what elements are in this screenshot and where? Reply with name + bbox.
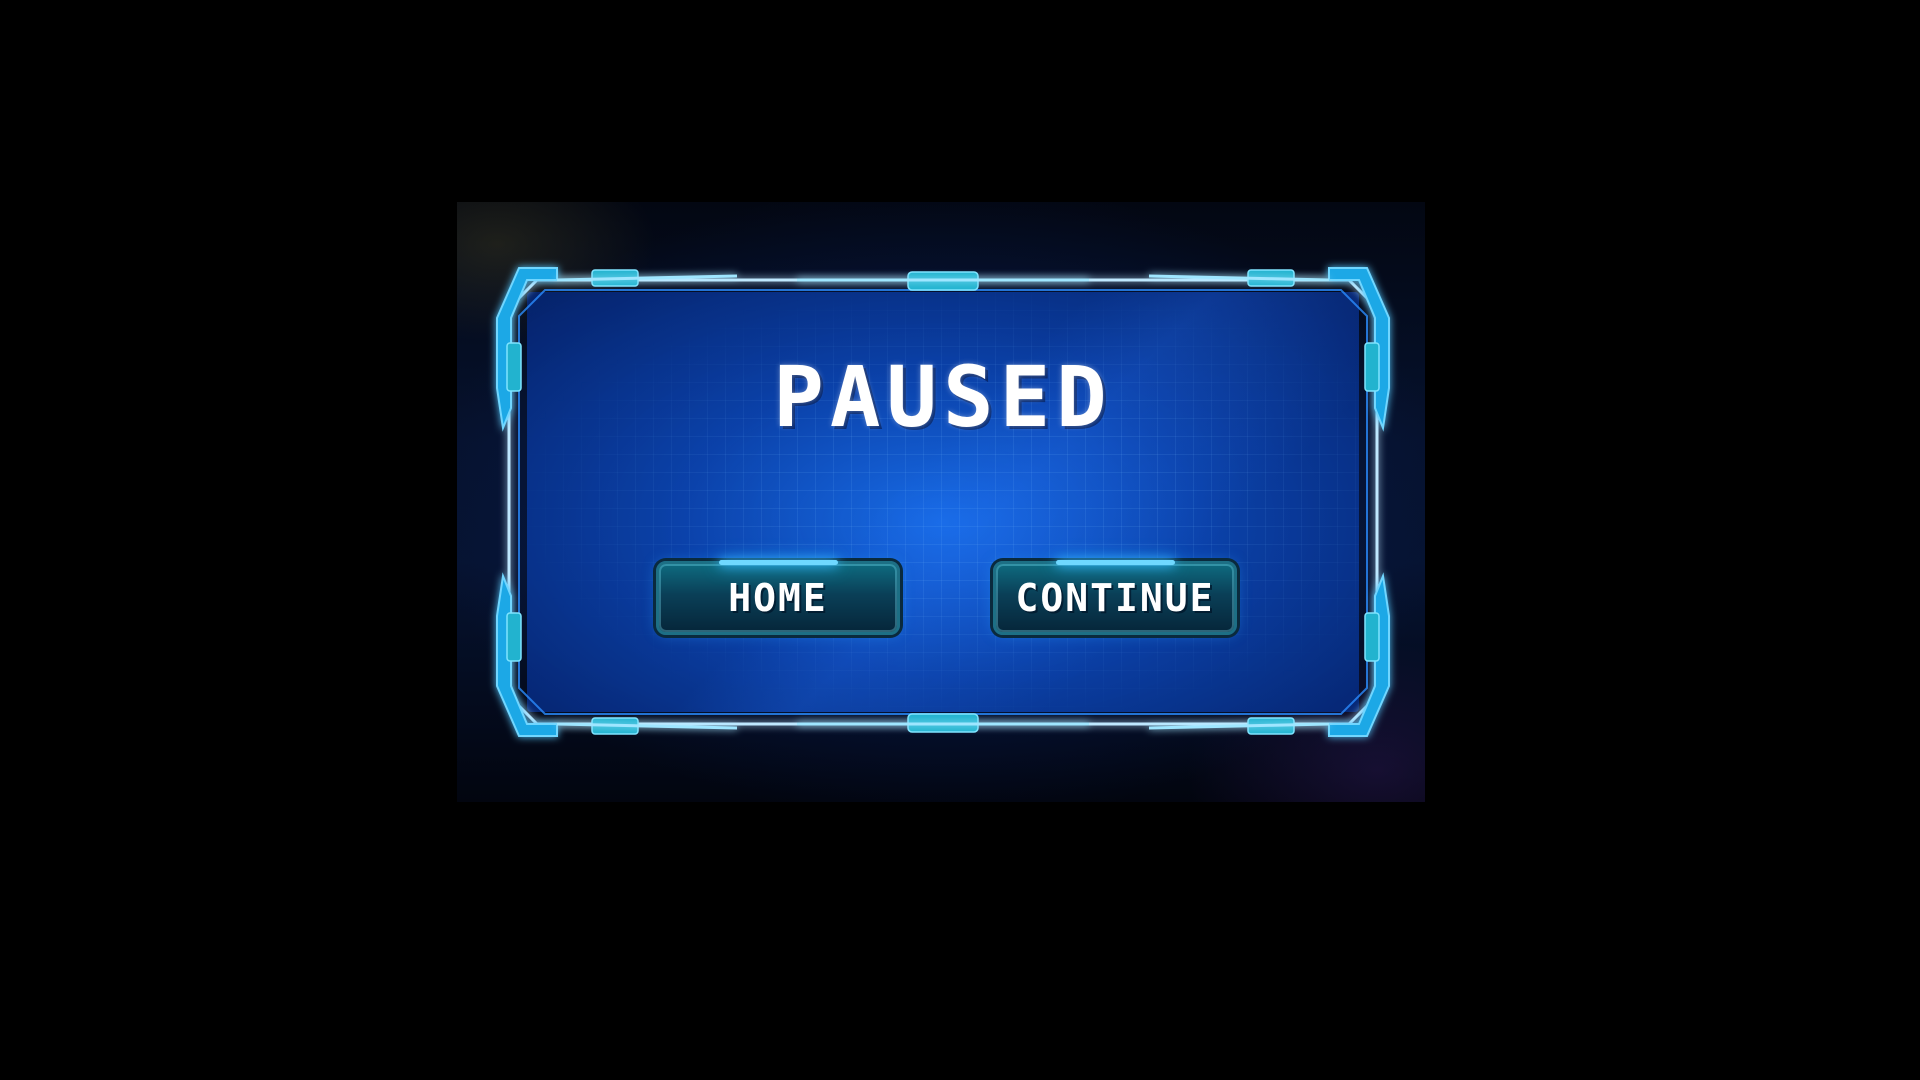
continue-button[interactable]: CONTINUE — [993, 560, 1237, 635]
home-button[interactable]: HOME — [656, 560, 900, 635]
pause-title: PAUSED — [773, 348, 1113, 446]
hud-frame-icon — [496, 267, 1390, 737]
home-button-label: HOME — [728, 576, 828, 620]
continue-button-label: CONTINUE — [1015, 576, 1215, 620]
hud-frame-svg — [496, 267, 1390, 737]
